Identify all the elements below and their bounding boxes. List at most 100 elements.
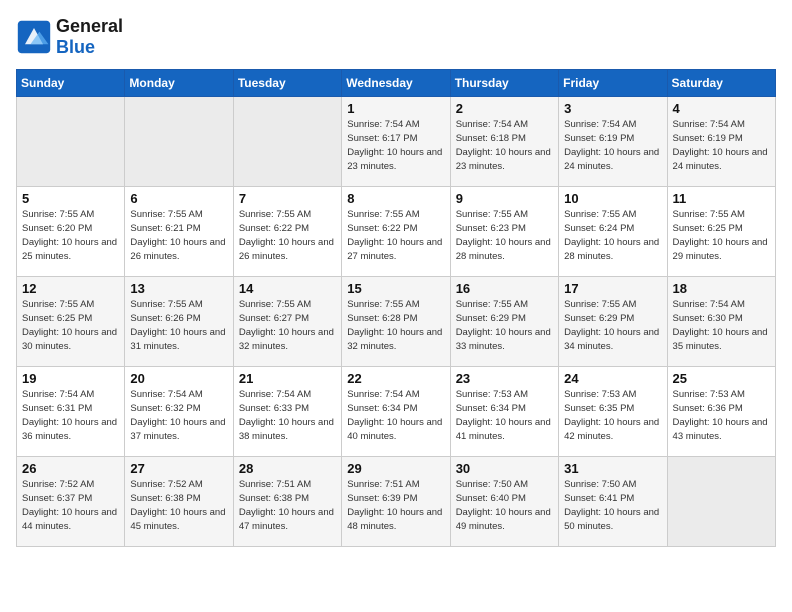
calendar-cell: 7Sunrise: 7:55 AMSunset: 6:22 PMDaylight… bbox=[233, 187, 341, 277]
day-info: Sunrise: 7:52 AMSunset: 6:38 PMDaylight:… bbox=[130, 478, 227, 533]
day-number: 10 bbox=[564, 191, 661, 206]
day-info: Sunrise: 7:51 AMSunset: 6:39 PMDaylight:… bbox=[347, 478, 444, 533]
day-info: Sunrise: 7:55 AMSunset: 6:28 PMDaylight:… bbox=[347, 298, 444, 353]
day-number: 28 bbox=[239, 461, 336, 476]
day-number: 8 bbox=[347, 191, 444, 206]
calendar-cell: 16 Sunrise: 7:55 AMSunset: 6:29 PMDayligh… bbox=[450, 277, 558, 367]
weekday-header-friday: Friday bbox=[559, 70, 667, 97]
day-number: 2 bbox=[456, 101, 553, 116]
day-info: Sunrise: 7:55 AMSunset: 6:27 PMDaylight:… bbox=[239, 298, 336, 353]
day-info: Sunrise: 7:54 AMSunset: 6:19 PMDaylight:… bbox=[564, 118, 661, 173]
day-number: 26 bbox=[22, 461, 119, 476]
calendar-cell: 23 Sunrise: 7:53 AMSunset: 6:34 PMDayligh… bbox=[450, 367, 558, 457]
logo: General Blue bbox=[16, 16, 123, 57]
logo-text-line2: Blue bbox=[56, 37, 123, 58]
calendar-cell: 15 Sunrise: 7:55 AMSunset: 6:28 PMDayligh… bbox=[342, 277, 450, 367]
day-info: Sunrise: 7:53 AMSunset: 6:34 PMDaylight:… bbox=[456, 388, 553, 443]
day-info: Sunrise: 7:55 AMSunset: 6:22 PMDaylight:… bbox=[347, 208, 444, 263]
day-info: Sunrise: 7:55 AMSunset: 6:29 PMDaylight:… bbox=[564, 298, 661, 353]
day-number: 11 bbox=[673, 191, 770, 206]
weekday-header-saturday: Saturday bbox=[667, 70, 775, 97]
day-number: 23 bbox=[456, 371, 553, 386]
day-info: Sunrise: 7:55 AMSunset: 6:24 PMDaylight:… bbox=[564, 208, 661, 263]
logo-icon bbox=[16, 19, 52, 55]
day-info: Sunrise: 7:54 AMSunset: 6:34 PMDaylight:… bbox=[347, 388, 444, 443]
calendar-cell: 19Sunrise: 7:54 AMSunset: 6:31 PMDayligh… bbox=[17, 367, 125, 457]
calendar-cell: 10 Sunrise: 7:55 AMSunset: 6:24 PMDayligh… bbox=[559, 187, 667, 277]
day-info: Sunrise: 7:54 AMSunset: 6:33 PMDaylight:… bbox=[239, 388, 336, 443]
day-number: 30 bbox=[456, 461, 553, 476]
day-info: Sunrise: 7:53 AMSunset: 6:36 PMDaylight:… bbox=[673, 388, 770, 443]
day-number: 3 bbox=[564, 101, 661, 116]
calendar-cell: 5Sunrise: 7:55 AMSunset: 6:20 PMDaylight… bbox=[17, 187, 125, 277]
day-number: 9 bbox=[456, 191, 553, 206]
day-info: Sunrise: 7:55 AMSunset: 6:21 PMDaylight:… bbox=[130, 208, 227, 263]
calendar-cell bbox=[125, 97, 233, 187]
calendar-cell: 2 Sunrise: 7:54 AMSunset: 6:18 PMDaylight… bbox=[450, 97, 558, 187]
logo-text-line1: General bbox=[56, 16, 123, 37]
calendar-cell: 22 Sunrise: 7:54 AMSunset: 6:34 PMDayligh… bbox=[342, 367, 450, 457]
day-info: Sunrise: 7:54 AMSunset: 6:17 PMDaylight:… bbox=[347, 118, 444, 173]
day-number: 18 bbox=[673, 281, 770, 296]
day-number: 17 bbox=[564, 281, 661, 296]
day-number: 22 bbox=[347, 371, 444, 386]
day-info: Sunrise: 7:54 AMSunset: 6:30 PMDaylight:… bbox=[673, 298, 770, 353]
calendar-cell: 8 Sunrise: 7:55 AMSunset: 6:22 PMDaylight… bbox=[342, 187, 450, 277]
calendar-cell: 18 Sunrise: 7:54 AMSunset: 6:30 PMDayligh… bbox=[667, 277, 775, 367]
day-info: Sunrise: 7:55 AMSunset: 6:25 PMDaylight:… bbox=[673, 208, 770, 263]
day-number: 12 bbox=[22, 281, 119, 296]
calendar-cell: 21 Sunrise: 7:54 AMSunset: 6:33 PMDayligh… bbox=[233, 367, 341, 457]
calendar-cell: 20 Sunrise: 7:54 AMSunset: 6:32 PMDayligh… bbox=[125, 367, 233, 457]
day-number: 15 bbox=[347, 281, 444, 296]
calendar-cell: 24 Sunrise: 7:53 AMSunset: 6:35 PMDayligh… bbox=[559, 367, 667, 457]
day-number: 25 bbox=[673, 371, 770, 386]
day-number: 24 bbox=[564, 371, 661, 386]
calendar-cell bbox=[17, 97, 125, 187]
calendar-week-row: 12 Sunrise: 7:55 AMSunset: 6:25 PMDayligh… bbox=[17, 277, 776, 367]
weekday-header-wednesday: Wednesday bbox=[342, 70, 450, 97]
calendar-cell: 26Sunrise: 7:52 AMSunset: 6:37 PMDayligh… bbox=[17, 457, 125, 547]
day-info: Sunrise: 7:55 AMSunset: 6:26 PMDaylight:… bbox=[130, 298, 227, 353]
calendar-cell: 12 Sunrise: 7:55 AMSunset: 6:25 PMDayligh… bbox=[17, 277, 125, 367]
day-number: 21 bbox=[239, 371, 336, 386]
calendar-cell: 25 Sunrise: 7:53 AMSunset: 6:36 PMDayligh… bbox=[667, 367, 775, 457]
calendar-cell: 27Sunrise: 7:52 AMSunset: 6:38 PMDayligh… bbox=[125, 457, 233, 547]
day-info: Sunrise: 7:54 AMSunset: 6:32 PMDaylight:… bbox=[130, 388, 227, 443]
day-info: Sunrise: 7:54 AMSunset: 6:31 PMDaylight:… bbox=[22, 388, 119, 443]
day-number: 13 bbox=[130, 281, 227, 296]
day-info: Sunrise: 7:53 AMSunset: 6:35 PMDaylight:… bbox=[564, 388, 661, 443]
day-info: Sunrise: 7:51 AMSunset: 6:38 PMDaylight:… bbox=[239, 478, 336, 533]
calendar-cell: 13 Sunrise: 7:55 AMSunset: 6:26 PMDayligh… bbox=[125, 277, 233, 367]
day-number: 14 bbox=[239, 281, 336, 296]
day-number: 31 bbox=[564, 461, 661, 476]
weekday-header-tuesday: Tuesday bbox=[233, 70, 341, 97]
calendar-cell: 14 Sunrise: 7:55 AMSunset: 6:27 PMDayligh… bbox=[233, 277, 341, 367]
calendar-cell: 1Sunrise: 7:54 AMSunset: 6:17 PMDaylight… bbox=[342, 97, 450, 187]
day-info: Sunrise: 7:50 AMSunset: 6:40 PMDaylight:… bbox=[456, 478, 553, 533]
day-info: Sunrise: 7:55 AMSunset: 6:25 PMDaylight:… bbox=[22, 298, 119, 353]
day-number: 7 bbox=[239, 191, 336, 206]
calendar-cell: 3 Sunrise: 7:54 AMSunset: 6:19 PMDaylight… bbox=[559, 97, 667, 187]
calendar-cell: 17 Sunrise: 7:55 AMSunset: 6:29 PMDayligh… bbox=[559, 277, 667, 367]
calendar-cell: 4Sunrise: 7:54 AMSunset: 6:19 PMDaylight… bbox=[667, 97, 775, 187]
day-info: Sunrise: 7:55 AMSunset: 6:29 PMDaylight:… bbox=[456, 298, 553, 353]
day-info: Sunrise: 7:54 AMSunset: 6:18 PMDaylight:… bbox=[456, 118, 553, 173]
day-info: Sunrise: 7:54 AMSunset: 6:19 PMDaylight:… bbox=[673, 118, 770, 173]
calendar-cell: 29Sunrise: 7:51 AMSunset: 6:39 PMDayligh… bbox=[342, 457, 450, 547]
day-info: Sunrise: 7:55 AMSunset: 6:23 PMDaylight:… bbox=[456, 208, 553, 263]
calendar-cell bbox=[667, 457, 775, 547]
calendar-cell: 31 Sunrise: 7:50 AMSunset: 6:41 PMDayligh… bbox=[559, 457, 667, 547]
day-number: 20 bbox=[130, 371, 227, 386]
weekday-header-thursday: Thursday bbox=[450, 70, 558, 97]
day-info: Sunrise: 7:50 AMSunset: 6:41 PMDaylight:… bbox=[564, 478, 661, 533]
day-number: 5 bbox=[22, 191, 119, 206]
calendar-cell: 11 Sunrise: 7:55 AMSunset: 6:25 PMDayligh… bbox=[667, 187, 775, 277]
calendar-week-row: 5Sunrise: 7:55 AMSunset: 6:20 PMDaylight… bbox=[17, 187, 776, 277]
day-number: 16 bbox=[456, 281, 553, 296]
calendar-cell: 30 Sunrise: 7:50 AMSunset: 6:40 PMDayligh… bbox=[450, 457, 558, 547]
calendar-week-row: 26Sunrise: 7:52 AMSunset: 6:37 PMDayligh… bbox=[17, 457, 776, 547]
weekday-header-sunday: Sunday bbox=[17, 70, 125, 97]
calendar-cell: 28 Sunrise: 7:51 AMSunset: 6:38 PMDayligh… bbox=[233, 457, 341, 547]
day-number: 6 bbox=[130, 191, 227, 206]
calendar-week-row: 1Sunrise: 7:54 AMSunset: 6:17 PMDaylight… bbox=[17, 97, 776, 187]
